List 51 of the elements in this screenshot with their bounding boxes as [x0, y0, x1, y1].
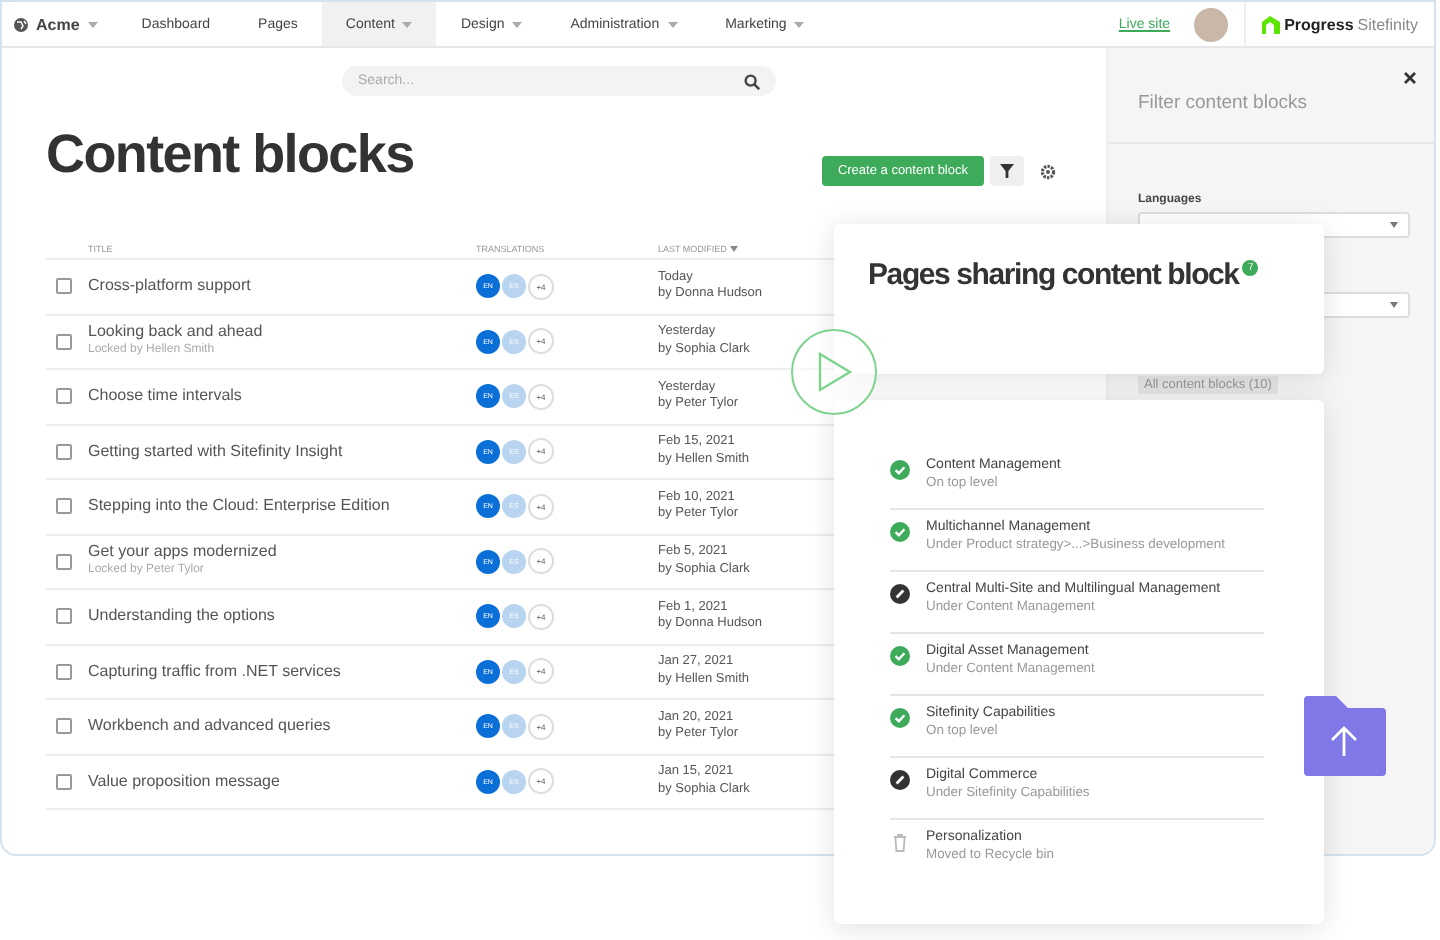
logo-icon	[1262, 15, 1281, 33]
card-title: Pages sharing content block	[868, 258, 1239, 292]
published-icon	[890, 460, 910, 480]
caret-icon	[667, 21, 678, 27]
block-title[interactable]: Capturing traffic from .NET services	[88, 661, 341, 682]
sort-icon[interactable]	[730, 246, 739, 252]
caret-icon	[402, 21, 413, 27]
block-title[interactable]: Understanding the options	[88, 606, 275, 627]
block-title[interactable]: Stepping into the Cloud: Enterprise Edition	[88, 496, 390, 517]
brand-name[interactable]: Acme	[36, 15, 80, 33]
logo-text: Sitefinity	[1357, 15, 1418, 33]
trash-icon	[890, 832, 910, 852]
row-checkbox[interactable]	[56, 663, 72, 680]
pencil-icon	[890, 770, 910, 790]
filter-button[interactable]	[990, 156, 1024, 186]
folder-upload-icon[interactable]	[1302, 696, 1386, 776]
row-checkbox[interactable]	[56, 718, 72, 735]
row-checkbox[interactable]	[56, 443, 72, 460]
block-title[interactable]: Cross-platform support	[88, 276, 251, 297]
row-checkbox[interactable]	[56, 278, 72, 295]
logo-text: Progress	[1284, 15, 1354, 33]
filter-icon	[1000, 164, 1014, 178]
panel-title: Filter content blocks	[1138, 92, 1307, 114]
caret-icon	[512, 21, 523, 27]
search-icon[interactable]	[744, 73, 760, 89]
row-checkbox[interactable]	[56, 608, 72, 625]
caret-icon	[1390, 302, 1398, 308]
published-icon	[890, 522, 910, 542]
block-title[interactable]: Getting started with Sitefinity Insight	[88, 441, 343, 462]
row-checkbox[interactable]	[56, 498, 72, 515]
block-title[interactable]: Value proposition message	[88, 771, 280, 792]
block-title[interactable]: Get your apps modernized	[88, 542, 277, 563]
caret-icon	[1390, 222, 1398, 228]
block-title[interactable]: Workbench and advanced queries	[88, 716, 331, 737]
caret-icon	[794, 21, 805, 27]
row-checkbox[interactable]	[56, 388, 72, 405]
settings-icon[interactable]	[1040, 164, 1056, 180]
globe-icon	[14, 17, 28, 31]
published-icon	[890, 646, 910, 666]
published-icon	[890, 708, 910, 728]
page-title: Content blocks	[46, 122, 416, 188]
block-title[interactable]: Looking back and ahead	[88, 322, 263, 343]
close-icon[interactable]	[1404, 72, 1416, 84]
row-checkbox[interactable]	[56, 773, 72, 790]
row-checkbox[interactable]	[56, 553, 72, 570]
user-avatar[interactable]	[1194, 7, 1229, 41]
row-checkbox[interactable]	[56, 333, 72, 350]
play-icon[interactable]	[790, 328, 878, 416]
pencil-icon	[890, 584, 910, 604]
block-title[interactable]: Choose time intervals	[88, 386, 242, 407]
caret-icon	[87, 21, 98, 27]
